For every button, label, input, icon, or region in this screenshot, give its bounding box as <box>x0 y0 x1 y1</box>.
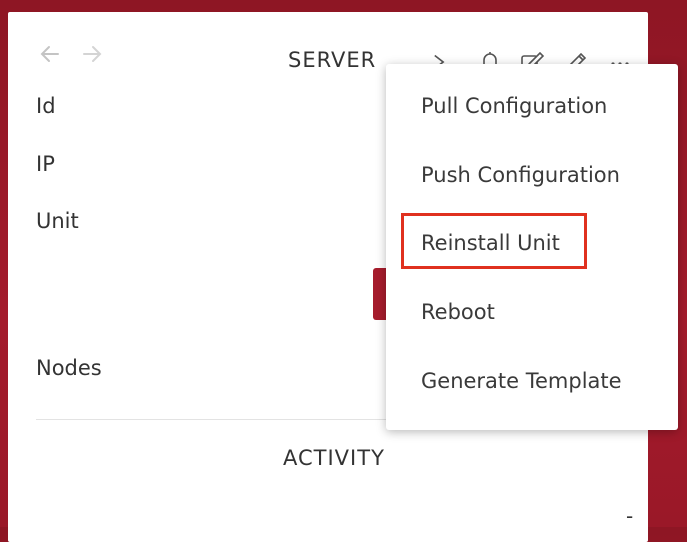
menu-item-push-configuration[interactable]: Push Configuration <box>421 163 620 187</box>
forward-arrow-icon[interactable] <box>80 42 104 70</box>
highlight-box <box>401 213 587 269</box>
nodes-label: Nodes <box>36 356 102 380</box>
back-arrow-icon[interactable] <box>38 42 62 70</box>
activity-value: - <box>626 504 634 528</box>
id-label: Id <box>36 94 56 118</box>
menu-item-generate-template[interactable]: Generate Template <box>421 369 622 393</box>
page-title: SERVER <box>288 48 377 72</box>
unit-label: Unit <box>36 209 79 233</box>
ip-label: IP <box>36 152 55 176</box>
activity-title: ACTIVITY <box>283 446 385 470</box>
divider <box>36 419 418 420</box>
menu-item-reboot[interactable]: Reboot <box>421 300 495 324</box>
menu-item-pull-configuration[interactable]: Pull Configuration <box>421 94 607 118</box>
